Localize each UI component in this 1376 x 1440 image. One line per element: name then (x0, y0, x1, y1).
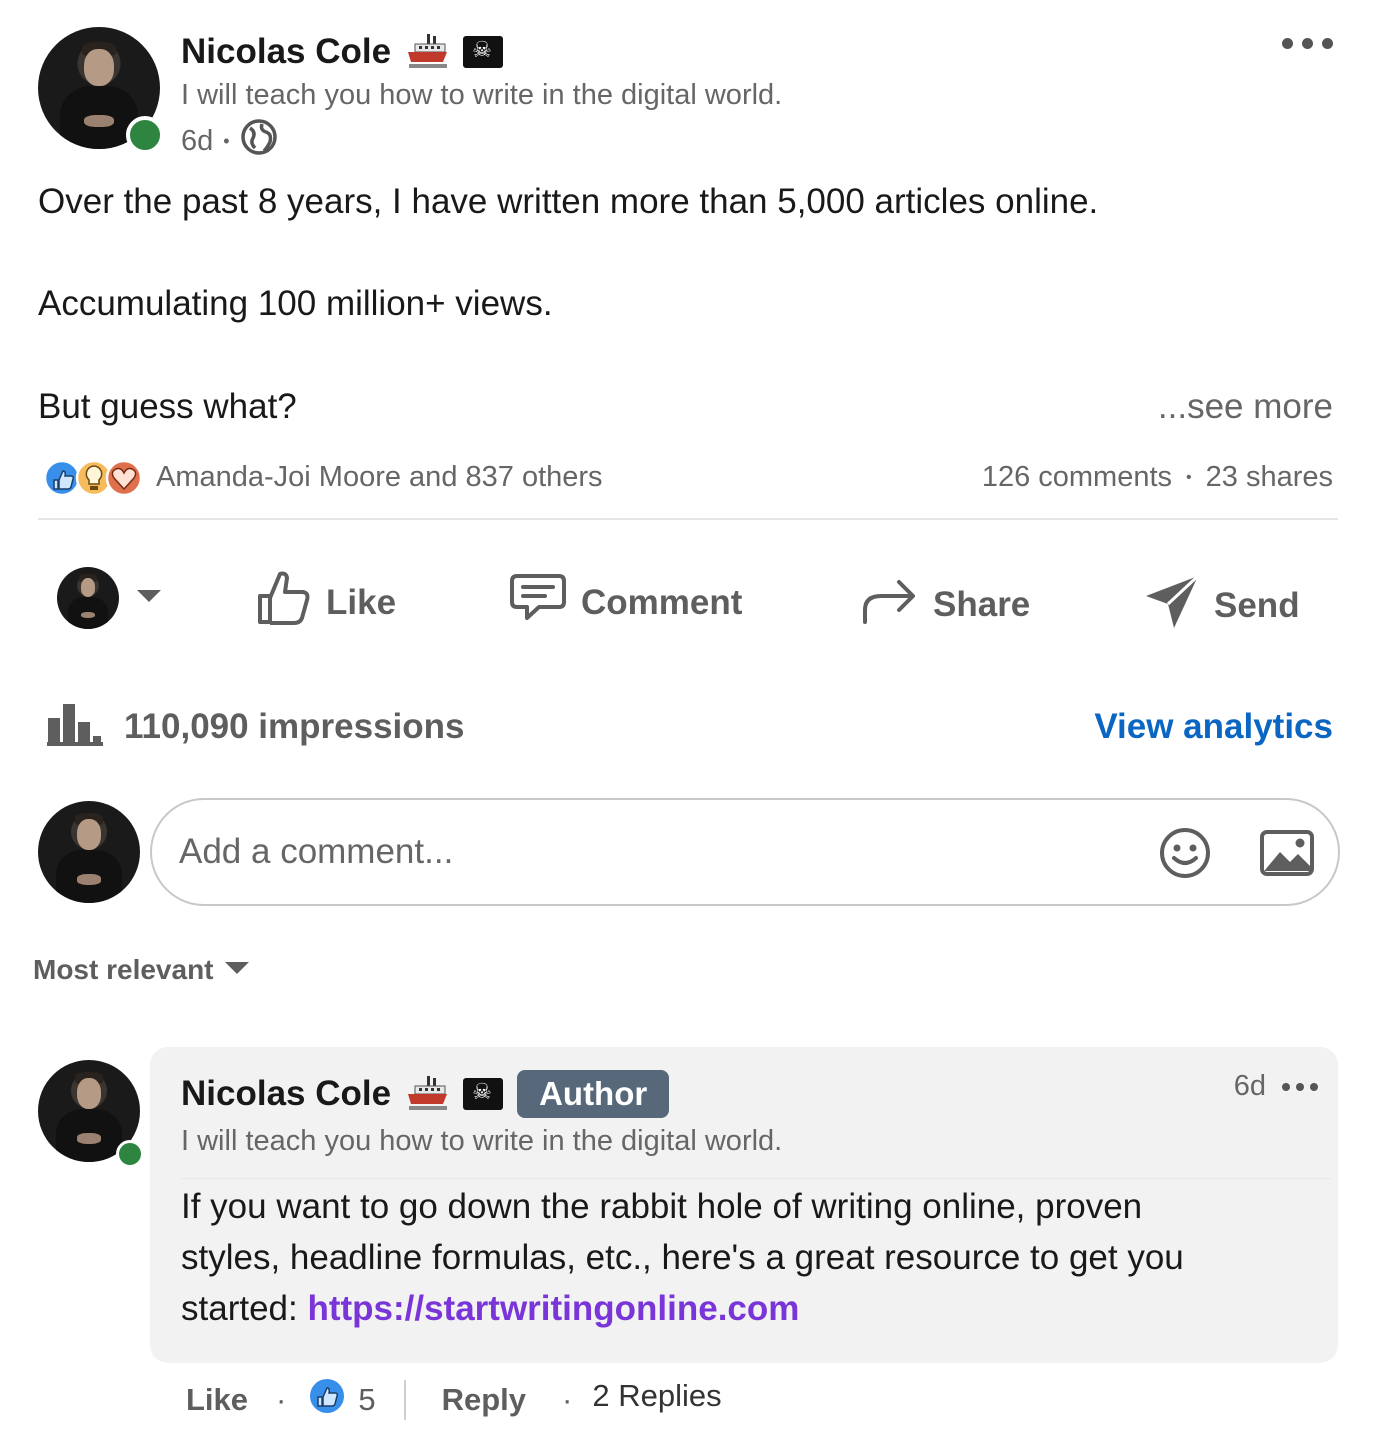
comment-more-icon[interactable] (1282, 1082, 1318, 1091)
ship-emoji-icon (405, 32, 449, 72)
dot-separator: · (276, 1382, 287, 1417)
comment-author-line: Nicolas Cole Author (181, 1070, 670, 1118)
comment-text-prefix: started: (181, 1289, 308, 1328)
actor-avatar (57, 567, 119, 629)
online-status-indicator (126, 116, 164, 154)
caret-down-icon (224, 961, 250, 980)
reaction-icons-svg (43, 459, 143, 497)
comment-text-line-1: If you want to go down the rabbit hole o… (181, 1187, 1143, 1226)
send-button[interactable]: Send (1144, 572, 1300, 639)
like-label: Like (326, 582, 397, 622)
comment-like-button[interactable]: Like (186, 1382, 248, 1418)
comment-reply-button[interactable]: Reply (442, 1382, 526, 1418)
avatar-hands (84, 114, 114, 128)
send-label: Send (1214, 585, 1300, 625)
ship-emoji-icon (405, 1074, 449, 1114)
post-author-line: Nicolas Cole (181, 32, 504, 72)
comment-like-count[interactable]: 5 (358, 1382, 375, 1418)
shares-count[interactable]: 23 shares (1206, 461, 1333, 494)
comment-label: Comment (581, 582, 743, 622)
share-label: Share (933, 584, 1031, 624)
meta-separator: • (223, 130, 230, 151)
comment-input[interactable]: Add a comment... (179, 832, 453, 872)
post-body-line-2: Accumulating 100 million+ views. (38, 284, 553, 323)
replies-count-link[interactable]: 2 Replies (592, 1378, 721, 1414)
comment-author-name[interactable]: Nicolas Cole (181, 1074, 391, 1114)
share-icon (861, 574, 919, 635)
pirate-flag-icon (463, 36, 504, 68)
composer-avatar (38, 801, 140, 903)
comment-author-headline: I will teach you how to write in the dig… (181, 1125, 783, 1157)
comment-text-line-2: styles, headline formulas, etc., here's … (181, 1238, 1184, 1277)
sort-dropdown[interactable]: Most relevant (33, 954, 250, 986)
comment-meta: 6d (1234, 1070, 1318, 1103)
comment-like-reaction-icon[interactable] (308, 1377, 346, 1423)
view-analytics-link[interactable]: View analytics (1094, 707, 1333, 747)
comments-count[interactable]: 126 comments (982, 461, 1172, 494)
post-body-line-1: Over the past 8 years, I have written mo… (38, 182, 1099, 221)
reaction-icons[interactable] (43, 458, 144, 498)
more-icon[interactable] (1282, 38, 1333, 49)
author-badge: Author (517, 1070, 670, 1118)
vertical-divider (403, 1380, 406, 1420)
comment-text-line-3: started: https://startwritingonline.com (181, 1289, 799, 1329)
avatar-face (84, 48, 114, 86)
bar-chart-icon (47, 702, 103, 751)
comment-link[interactable]: https://startwritingonline.com (307, 1289, 799, 1328)
image-icon[interactable] (1260, 830, 1314, 881)
engagement-counts: 126 comments • 23 shares (982, 461, 1333, 494)
comment-divider (181, 1178, 1331, 1179)
post-body-line-3: But guess what? (38, 387, 297, 426)
comment-button[interactable]: Comment (509, 572, 742, 633)
post-author-name[interactable]: Nicolas Cole (181, 32, 391, 72)
like-button[interactable]: Like (256, 568, 396, 637)
share-button[interactable]: Share (861, 574, 1030, 635)
commenter-online-indicator (116, 1140, 144, 1168)
impressions-count: 110,090 impressions (124, 707, 465, 746)
comment-actions: Like · 5 Reply · 2 Replies (186, 1378, 722, 1422)
counts-separator: • (1186, 468, 1192, 486)
comment-time: 6d (1233, 1070, 1266, 1102)
emoji-icon[interactable] (1158, 826, 1212, 885)
actor-switcher[interactable] (57, 567, 163, 629)
send-icon (1144, 572, 1200, 639)
reactions-text[interactable]: Amanda-Joi Moore and 837 others (156, 461, 603, 494)
see-more-link[interactable]: ...see more (1158, 387, 1333, 427)
chevron-down-icon (135, 588, 163, 609)
dot-separator: · (562, 1382, 573, 1417)
comment-input-box[interactable]: Add a comment... (150, 798, 1340, 906)
comment-icon (509, 572, 567, 633)
sort-label: Most relevant (33, 954, 214, 985)
post-author-headline: I will teach you how to write in the dig… (181, 79, 783, 111)
divider (38, 518, 1338, 520)
like-icon (256, 568, 312, 637)
post-meta: 6d • (181, 118, 278, 164)
post-time[interactable]: 6d (181, 125, 213, 158)
pirate-flag-icon (463, 1078, 504, 1110)
globe-icon (240, 118, 278, 164)
